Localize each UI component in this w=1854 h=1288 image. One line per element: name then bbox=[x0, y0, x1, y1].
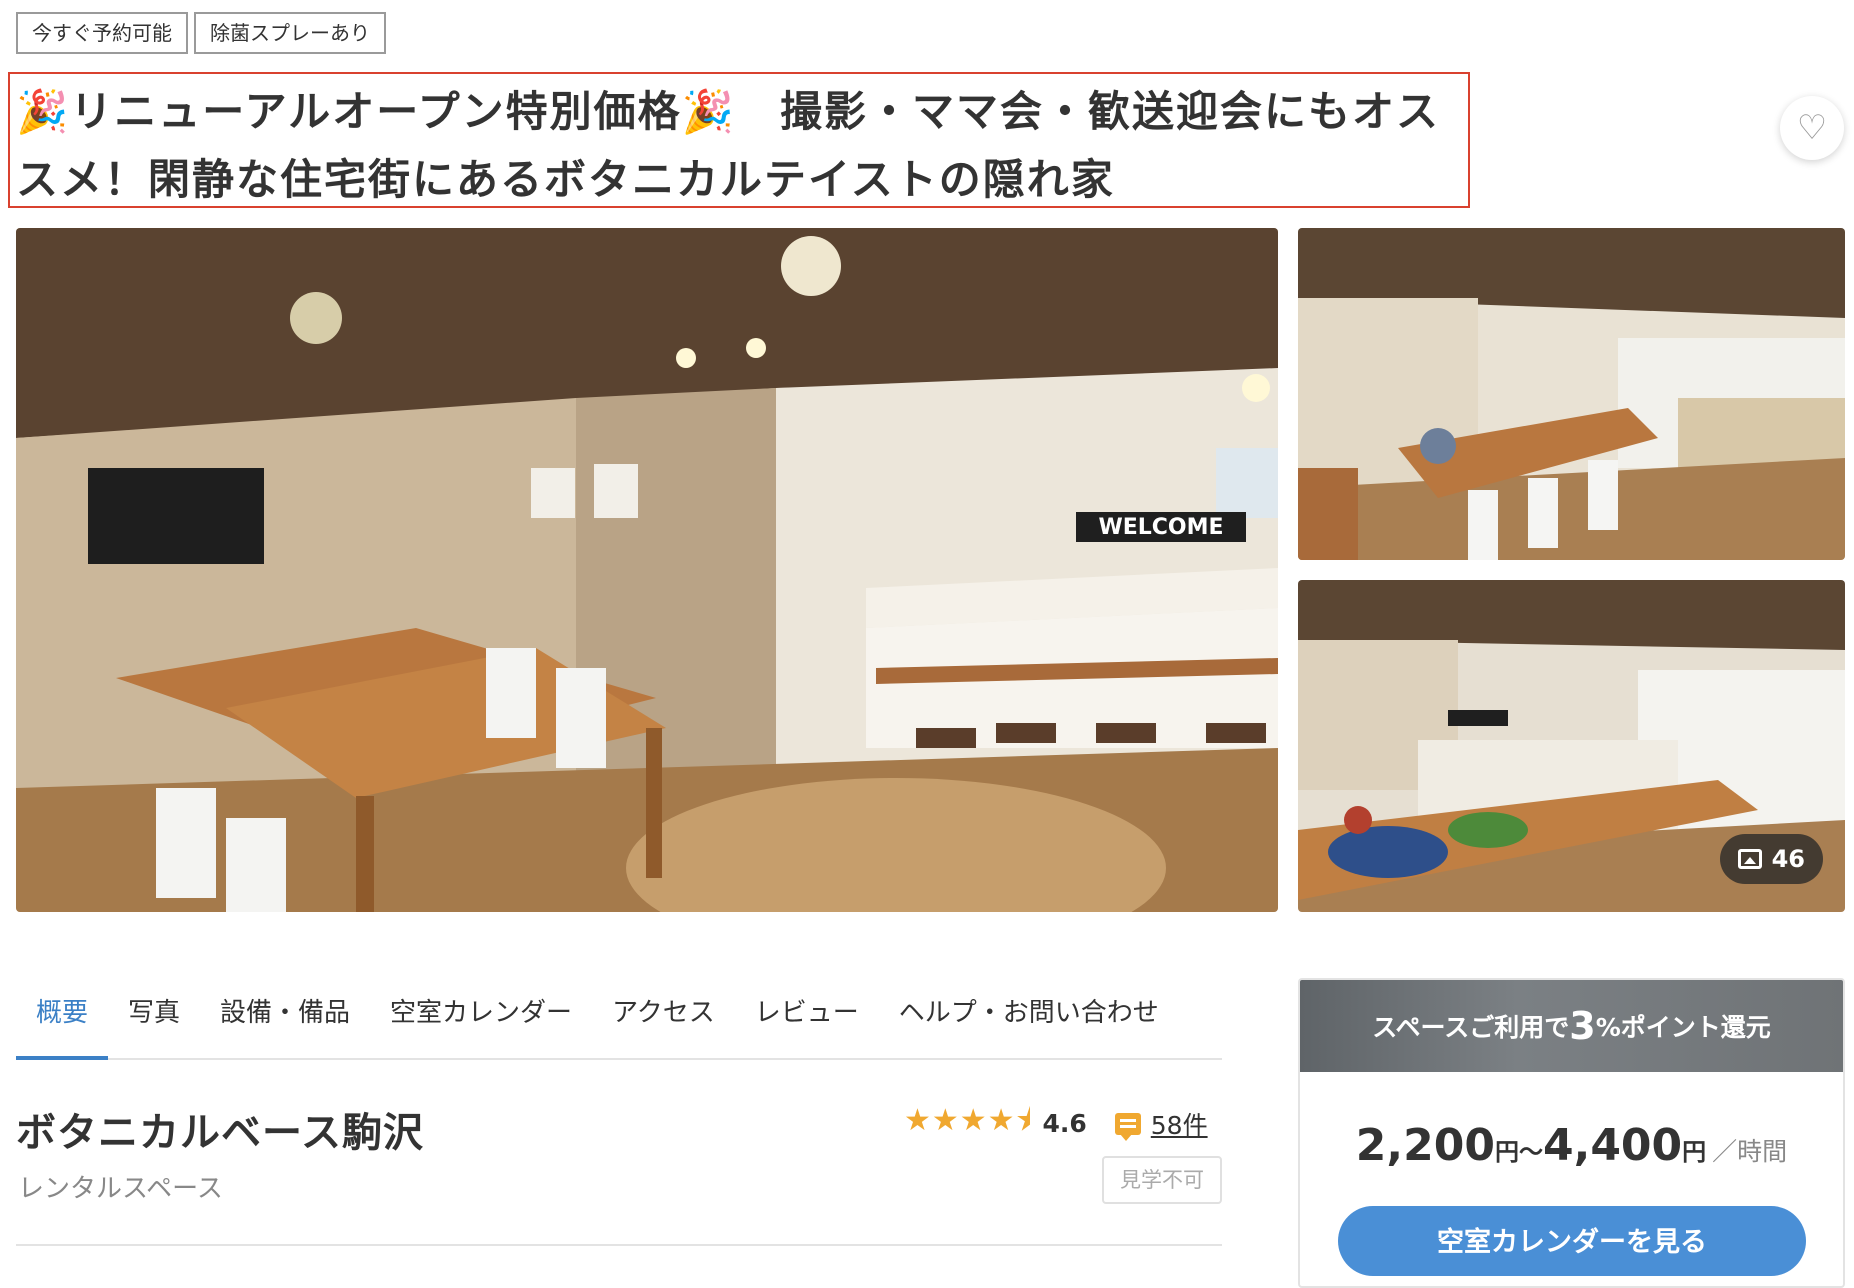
yen-label-min: 円 bbox=[1494, 1138, 1519, 1166]
tour-status-badge: 見学不可 bbox=[1102, 1156, 1222, 1204]
favorite-button[interactable]: ♡ bbox=[1780, 96, 1844, 160]
gallery-photo-3[interactable]: 46 bbox=[1298, 580, 1845, 912]
banner-prefix: スペースご利用で bbox=[1372, 1013, 1570, 1042]
heart-icon: ♡ bbox=[1796, 108, 1828, 148]
gallery-photo-2[interactable] bbox=[1298, 228, 1845, 560]
price-max: 4,400 bbox=[1542, 1120, 1683, 1171]
price-unit: ／時間 bbox=[1712, 1137, 1788, 1166]
yen-label-max: 円 bbox=[1682, 1138, 1707, 1166]
gallery-photo-2-image bbox=[1298, 228, 1845, 560]
tab-help[interactable]: ヘルプ・お問い合わせ bbox=[879, 990, 1179, 1058]
image-icon bbox=[1737, 849, 1762, 869]
tab-calendar[interactable]: 空室カレンダー bbox=[370, 990, 592, 1058]
tab-reviews[interactable]: レビュー bbox=[735, 990, 879, 1058]
banner-suffix: %ポイント還元 bbox=[1595, 1013, 1771, 1042]
review-count-link[interactable]: 58件 bbox=[1151, 1106, 1208, 1142]
badge-sanitizer: 除菌スプレーあり bbox=[194, 12, 386, 54]
tab-access[interactable]: アクセス bbox=[592, 990, 735, 1058]
view-calendar-button[interactable]: 空室カレンダーを見る bbox=[1338, 1206, 1806, 1276]
badge-instant-booking: 今すぐ予約可能 bbox=[16, 12, 188, 54]
section-divider bbox=[16, 1244, 1222, 1246]
tab-overview[interactable]: 概要 bbox=[16, 990, 109, 1060]
price-range: 2,200円〜4,400円 ／時間 bbox=[1300, 1120, 1843, 1171]
price-card: スペースご利用で 3 %ポイント還元 2,200円〜4,400円 ／時間 空室カレ… bbox=[1298, 978, 1845, 1288]
rating-value: 4.6 bbox=[1042, 1109, 1087, 1138]
rating-summary: ★★★★⯨ 4.6 58件 bbox=[904, 1098, 1208, 1149]
photo-count-label: 46 bbox=[1771, 845, 1805, 873]
tab-photos[interactable]: 写真 bbox=[108, 990, 200, 1058]
price-min: 2,200 bbox=[1355, 1120, 1495, 1171]
banner-percent: 3 bbox=[1569, 1004, 1596, 1048]
space-name: ボタニカルベース駒沢 bbox=[16, 1110, 424, 1156]
comment-icon bbox=[1114, 1112, 1141, 1141]
photo-count-button[interactable]: 46 bbox=[1719, 834, 1823, 884]
welcome-sign-text: WELCOME bbox=[1098, 515, 1223, 540]
price-tilde: 〜 bbox=[1518, 1138, 1543, 1166]
page-title: 🎉リニューアルオープン特別価格🎉 撮影・ママ会・歓送迎会にもオススメ！閑静な住宅… bbox=[16, 87, 1440, 204]
main-photo-image: WELCOME bbox=[16, 228, 1278, 912]
points-banner: スペースご利用で 3 %ポイント還元 bbox=[1300, 980, 1843, 1072]
space-type: レンタルスペース bbox=[18, 1174, 223, 1204]
section-tabs: 概要 写真 設備・備品 空室カレンダー アクセス レビュー ヘルプ・お問い合わせ bbox=[16, 990, 1222, 1060]
feature-badges: 今すぐ予約可能 除菌スプレーあり bbox=[16, 12, 386, 54]
star-rating-icon: ★★★★⯨ bbox=[904, 1103, 1033, 1138]
main-photo[interactable]: WELCOME bbox=[16, 228, 1278, 912]
tab-equipment[interactable]: 設備・備品 bbox=[200, 990, 370, 1058]
